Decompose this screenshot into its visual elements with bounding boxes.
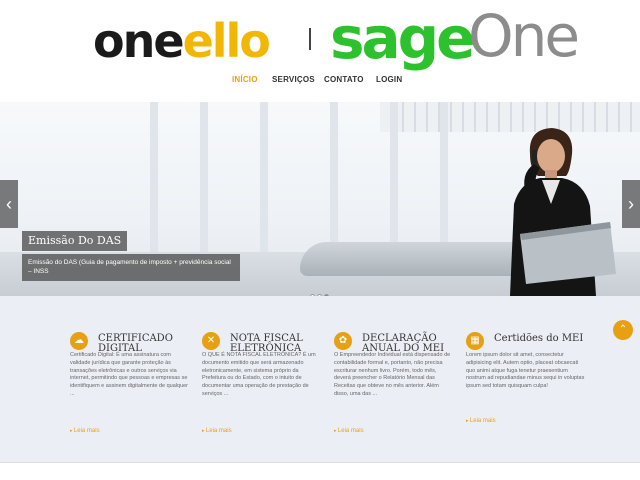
sage-one-logo-text: One <box>468 2 580 70</box>
nav-item-inicio[interactable]: INÍCIO <box>232 75 258 84</box>
service-text: O QUE É NOTA FISCAL ELETRÔNICA? É um doc… <box>202 352 316 397</box>
slider-pagination <box>310 286 331 296</box>
services-section: ☁ CERTIFICADO DIGITAL Certificado Digita… <box>0 296 640 462</box>
nav-item-servicos[interactable]: SERVIÇOS <box>272 75 315 84</box>
main-nav: INÍCIO SERVIÇOS CONTATO LOGIN <box>0 75 640 89</box>
logo-divider <box>309 28 311 50</box>
businesswoman-image <box>510 128 616 296</box>
service-title: Certidões do MEI <box>494 333 584 344</box>
slider-prev-button[interactable]: ‹ <box>0 180 18 228</box>
cloud-icon: ☁ <box>70 332 88 350</box>
hero-slider: ‹ › Emissão Do DAS Emissão do DAS (Guia … <box>0 102 640 296</box>
gears-icon: ✿ <box>334 332 352 350</box>
service-text: Certificado Digital: É uma assinatura co… <box>70 352 189 397</box>
slide-caption-text: Emissão do DAS (Guia de pagamento de imp… <box>22 254 240 281</box>
read-more-link[interactable]: Leia mais <box>466 418 496 424</box>
chevron-up-icon: ⌃ <box>618 324 628 335</box>
sage-logo[interactable]: sage <box>330 6 476 70</box>
back-to-top-button[interactable]: ⌃ <box>613 320 633 340</box>
service-title: DECLARAÇÃO ANUAL DO MEI <box>362 333 445 354</box>
service-text: Lorem ipsum dolor sit amet, consectetur … <box>466 352 585 390</box>
read-more-link[interactable]: Leia mais <box>70 428 100 434</box>
tools-icon: ✕ <box>202 332 220 350</box>
oneello-logo[interactable]: oneello <box>93 18 271 64</box>
read-more-link[interactable]: Leia mais <box>334 428 364 434</box>
grid-icon: ▦ <box>466 332 484 350</box>
slide-caption-title: Emissão Do DAS <box>22 231 128 251</box>
service-title: CERTIFICADO DIGITAL <box>98 333 173 354</box>
footer <box>0 462 640 480</box>
nav-item-contato[interactable]: CONTATO <box>324 75 364 84</box>
chevron-left-icon: ‹ <box>6 194 12 214</box>
chevron-right-icon: › <box>628 194 634 214</box>
slider-next-button[interactable]: › <box>622 180 640 228</box>
read-more-link[interactable]: Leia mais <box>202 428 232 434</box>
service-title: NOTA FISCAL ELETRÔNICA <box>230 333 303 354</box>
nav-item-login[interactable]: LOGIN <box>376 75 402 84</box>
site-header: oneello sage One INÍCIO SERVIÇOS CONTATO… <box>0 0 640 100</box>
service-text: O Empreendedor Individual está dispensad… <box>334 352 451 397</box>
